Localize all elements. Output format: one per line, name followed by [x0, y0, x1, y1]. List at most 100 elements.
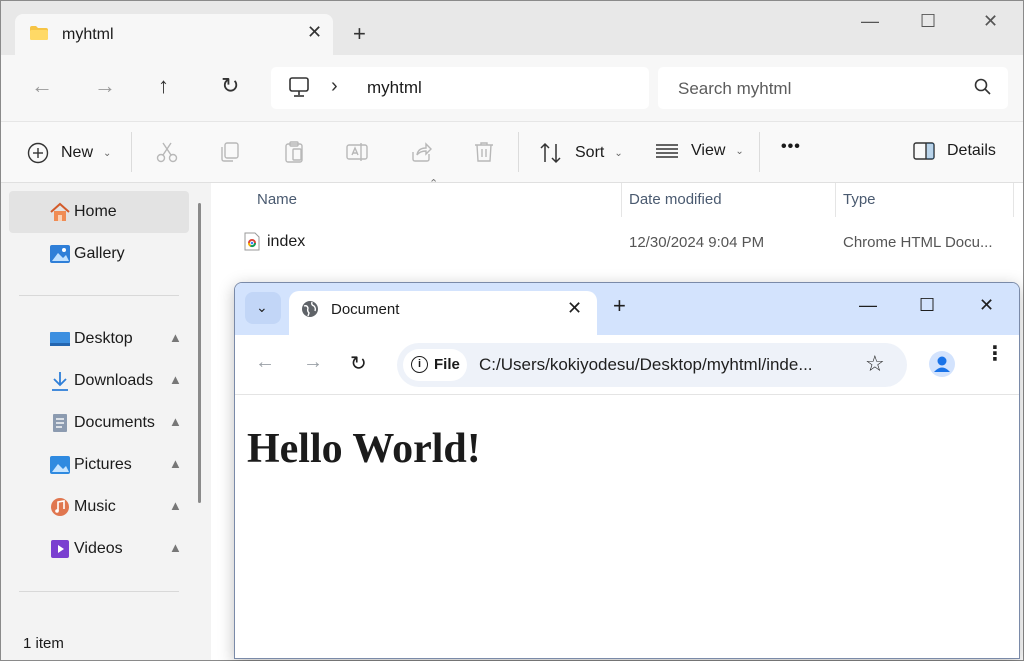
chrome-html-file-icon — [244, 232, 260, 251]
documents-icon — [53, 414, 67, 432]
chrome-tabstrip: ⌄ Document ✕ + — ☐ ✕ — [235, 283, 1019, 335]
bookmark-star-icon[interactable]: ☆ — [865, 351, 885, 377]
sidebar-item-label: Music — [74, 498, 116, 515]
gallery-icon — [50, 245, 70, 263]
videos-icon — [51, 540, 69, 558]
downloads-icon — [52, 372, 68, 391]
back-button[interactable]: ← — [255, 351, 275, 374]
kebab-menu-icon[interactable]: ⋮ — [985, 344, 1005, 364]
new-tab-button[interactable]: + — [353, 21, 366, 47]
close-tab-icon[interactable]: ✕ — [567, 298, 582, 319]
column-header-type[interactable]: Type — [843, 191, 876, 208]
sort-icon — [540, 142, 561, 164]
sidebar-item-downloads[interactable]: Downloads ▲ — [9, 360, 189, 402]
column-divider[interactable] — [621, 183, 622, 217]
profile-avatar[interactable] — [929, 351, 955, 377]
chevron-down-icon: ⌄ — [256, 299, 268, 315]
new-tab-button[interactable]: + — [613, 293, 626, 319]
scheme-label: File — [434, 356, 460, 373]
sidebar-item-label: Home — [74, 203, 117, 220]
close-window-button[interactable]: ✕ — [979, 295, 994, 316]
column-header-date[interactable]: Date modified — [629, 191, 722, 208]
chrome-window: ⌄ Document ✕ + — ☐ ✕ ← → ↻ i File C:/Use… — [234, 282, 1020, 659]
info-icon: i — [411, 356, 428, 373]
pin-icon[interactable]: ▲ — [169, 330, 182, 345]
paste-icon[interactable] — [282, 140, 306, 164]
cut-icon[interactable] — [155, 140, 179, 164]
folder-icon — [30, 26, 48, 40]
up-button[interactable]: ↑ — [158, 73, 169, 99]
forward-button[interactable]: → — [303, 351, 323, 374]
minimize-button[interactable]: — — [859, 295, 877, 316]
sidebar-item-label: Videos — [74, 540, 123, 557]
refresh-button[interactable]: ↻ — [221, 73, 239, 99]
divider — [131, 132, 132, 172]
sidebar-item-pictures[interactable]: Pictures ▲ — [9, 444, 189, 486]
breadcrumb-myhtml[interactable]: myhtml — [367, 78, 422, 98]
details-button[interactable]: Details — [913, 142, 996, 160]
site-info-button[interactable]: i File — [403, 349, 467, 381]
file-name: index — [267, 233, 306, 250]
tab-search-button[interactable]: ⌄ — [245, 292, 281, 324]
more-options-button[interactable]: ••• — [781, 138, 801, 156]
new-button[interactable]: New ⌄ — [27, 142, 111, 164]
close-tab-icon[interactable]: ✕ — [307, 22, 322, 43]
sidebar-item-label: Documents — [74, 414, 155, 431]
explorer-titlebar: myhtml ✕ + — ☐ ✕ — [1, 1, 1023, 56]
sidebar-item-desktop[interactable]: Desktop ▲ — [9, 318, 189, 360]
sidebar-item-home[interactable]: Home — [9, 191, 189, 233]
divider — [19, 295, 179, 296]
pin-icon[interactable]: ▲ — [169, 498, 182, 513]
sidebar-item-documents[interactable]: Documents ▲ — [9, 402, 189, 444]
pin-icon[interactable]: ▲ — [169, 456, 182, 471]
explorer-tab-title: myhtml — [62, 26, 114, 43]
breadcrumb-chevron-icon[interactable]: › — [331, 75, 338, 98]
divider — [518, 132, 519, 172]
pin-icon[interactable]: ▲ — [169, 540, 182, 555]
explorer-tab[interactable]: myhtml ✕ — [15, 14, 333, 56]
pin-icon[interactable]: ▲ — [169, 372, 182, 387]
sidebar-item-gallery[interactable]: Gallery — [9, 233, 189, 275]
sidebar-item-videos[interactable]: Videos ▲ — [9, 528, 189, 570]
desktop-icon — [50, 332, 70, 346]
sidebar-item-music[interactable]: Music ▲ — [9, 486, 189, 528]
pin-icon[interactable]: ▲ — [169, 414, 182, 429]
search-box[interactable]: Search myhtml — [658, 67, 1008, 109]
chrome-tab-title: Document — [331, 301, 400, 318]
pictures-icon — [50, 456, 70, 474]
column-divider[interactable] — [1013, 183, 1014, 217]
view-label: View — [691, 142, 726, 159]
column-divider[interactable] — [835, 183, 836, 217]
url-text[interactable]: C:/Users/kokiyodesu/Desktop/myhtml/inde.… — [479, 355, 851, 375]
omnibox[interactable]: i File C:/Users/kokiyodesu/Desktop/myhtm… — [397, 343, 907, 387]
plus-circle-icon — [27, 142, 49, 164]
chrome-tab-document[interactable]: Document ✕ — [289, 291, 597, 335]
command-bar: New ⌄ Sort ⌄ View ⌄ ••• Details — [1, 121, 1023, 183]
copy-icon[interactable] — [218, 140, 242, 164]
minimize-button[interactable]: — — [861, 11, 879, 32]
back-button[interactable]: ← — [31, 73, 53, 99]
sidebar-item-label: Downloads — [74, 372, 154, 389]
maximize-button[interactable]: ☐ — [919, 295, 935, 316]
forward-button[interactable]: → — [94, 73, 116, 99]
navigation-pane: Home Gallery Desktop ▲ Downloads ▲ Docum… — [1, 183, 211, 660]
sort-button[interactable]: Sort ⌄ — [539, 142, 623, 164]
share-icon[interactable] — [409, 140, 433, 164]
maximize-button[interactable]: ☐ — [920, 11, 936, 32]
address-bar[interactable]: › myhtml — [271, 67, 649, 109]
divider — [759, 132, 760, 172]
reload-button[interactable]: ↻ — [350, 351, 367, 376]
view-button[interactable]: View ⌄ — [655, 142, 744, 160]
globe-icon — [302, 301, 318, 317]
sort-label: Sort — [575, 144, 605, 161]
rename-icon[interactable] — [345, 140, 369, 164]
search-placeholder: Search myhtml — [678, 79, 792, 98]
chevron-down-icon: ⌄ — [103, 147, 112, 159]
column-header-name[interactable]: Name — [257, 191, 297, 208]
home-icon — [50, 202, 70, 221]
chevron-down-icon: ⌄ — [614, 147, 623, 159]
delete-icon[interactable] — [472, 140, 496, 164]
close-window-button[interactable]: ✕ — [983, 11, 998, 32]
web-page-content: Hello World! — [235, 395, 1019, 658]
sidebar-scrollbar[interactable] — [198, 203, 201, 503]
